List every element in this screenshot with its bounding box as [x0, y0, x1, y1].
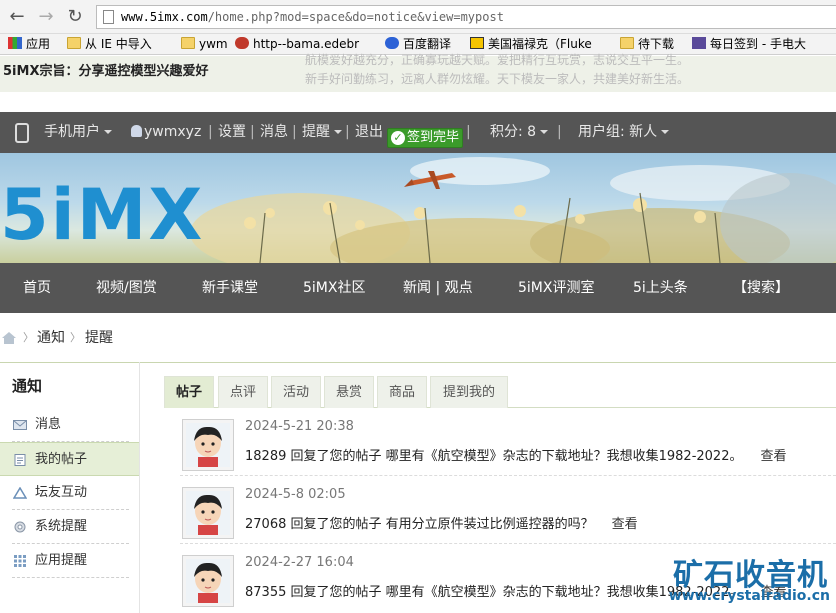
site-motto-line2: 新手好问勤练习，远离人群勿炫耀。天下模友一家人，共建美好新生活。: [305, 72, 690, 86]
list-item: 2024-5-8 02:05 27068 回复了您的帖子 有用分立原件装过比例遥…: [180, 476, 836, 544]
fluke-icon: [470, 37, 484, 49]
mobile-user-menu[interactable]: 手机用户: [44, 112, 112, 153]
tab-posts[interactable]: 帖子: [164, 376, 214, 408]
folder-icon: [181, 37, 195, 49]
tab-reward[interactable]: 悬赏: [324, 376, 374, 408]
sidebar-item-interaction[interactable]: 坛友互动: [0, 476, 139, 510]
remind-menu[interactable]: 提醒: [302, 112, 342, 153]
nav-community[interactable]: 5iMX社区: [303, 263, 365, 313]
nav-video[interactable]: 视频/图赏: [96, 263, 157, 313]
page-icon: [103, 10, 114, 24]
sidebar-item-system[interactable]: 系统提醒: [0, 510, 139, 544]
nav-review[interactable]: 5iMX评测室: [518, 263, 594, 313]
browser-toolbar: ← → ↻ www.5imx.com/home.php?mod=space&do…: [0, 0, 836, 34]
notice-text: 27068 回复了您的帖子 有用分立原件装过比例遥控器的吗？ 查看: [245, 517, 638, 532]
settings-link[interactable]: 设置: [218, 112, 246, 153]
tab-comments[interactable]: 点评: [218, 376, 268, 408]
back-icon[interactable]: ←: [6, 6, 28, 28]
tab-activity[interactable]: 活动: [271, 376, 321, 408]
sidebar-item-messages[interactable]: 消息: [0, 408, 139, 442]
notice-tabs: 帖子 点评 活动 悬赏 商品 提到我的: [164, 376, 836, 408]
notice-time: 2024-5-21 20:38: [245, 419, 354, 434]
check-icon: ✓: [391, 131, 405, 145]
site-motto-line1: 航模爱好越充分，正确寡玩越天赋。爱把精行互玩赏，志说交互平一生。: [305, 53, 690, 67]
grid-icon: [14, 555, 26, 567]
notice-text: 18289 回复了您的帖子 哪里有《航空模型》杂志的下载地址？我想收集1982-…: [245, 449, 787, 464]
document-icon: [14, 454, 26, 466]
sidebar-item-my-posts[interactable]: 我的帖子: [0, 442, 139, 476]
nav-home[interactable]: 首页: [23, 263, 51, 313]
site-logo[interactable]: 5iMX: [0, 180, 204, 250]
site-icon: [692, 37, 706, 49]
reload-icon[interactable]: ↻: [64, 6, 86, 28]
notice-time: 2024-5-8 02:05: [245, 487, 346, 502]
notice-time: 2024-2-27 16:04: [245, 555, 354, 570]
address-bar[interactable]: www.5imx.com/home.php?mod=space&do=notic…: [96, 5, 836, 29]
points-menu[interactable]: 积分: 8: [490, 112, 549, 153]
usergroup-menu[interactable]: 用户组: 新人: [578, 112, 670, 153]
url-host: www.5imx.com: [121, 10, 208, 24]
avatar-icon: [186, 423, 230, 467]
bookmark-import[interactable]: 从 IE 中导入: [67, 36, 152, 53]
apps-icon: [8, 37, 22, 49]
bookmark-checkin[interactable]: 每日签到 - 手电大: [692, 36, 806, 53]
envelope-icon: [13, 420, 27, 430]
bookmark-ywm[interactable]: ywm: [181, 36, 228, 53]
bookmark-apps[interactable]: 应用: [8, 36, 50, 53]
messages-link[interactable]: 消息: [260, 112, 288, 153]
tab-goods[interactable]: 商品: [377, 376, 427, 408]
watermark: 矿石收音机 www.crystalradio.cn: [666, 548, 836, 613]
main-nav: 首页 视频/图赏 新手课堂 5iMX社区 新闻 | 观点 5iMX评测室 5i上…: [0, 263, 836, 313]
sidebar-item-app[interactable]: 应用提醒: [0, 544, 139, 578]
baidu-icon: [385, 37, 399, 49]
url-path: /home.php?mod=space&do=notice&view=mypos…: [207, 10, 504, 24]
gear-icon: [14, 521, 26, 533]
mobile-icon: [15, 123, 29, 143]
site-header-strip: 5iMX宗旨：分享遥控模型兴趣爱好 航模爱好越充分，正确寡玩越天赋。爱把精行互玩…: [0, 53, 836, 92]
username-link[interactable]: ywmxyz: [131, 112, 201, 153]
folder-icon: [67, 37, 81, 49]
avatar-icon: [186, 559, 230, 603]
tab-mentions[interactable]: 提到我的: [430, 376, 508, 408]
nav-search[interactable]: 【搜索】: [733, 263, 789, 313]
site-slogan: 5iMX宗旨：分享遥控模型兴趣爱好: [3, 64, 209, 79]
avatar[interactable]: [182, 555, 234, 607]
user-icon: [131, 125, 142, 137]
sidebar-title: 通知: [12, 377, 43, 395]
logout-link[interactable]: 退出: [355, 112, 383, 153]
nav-headlines[interactable]: 5i上头条: [633, 263, 688, 313]
signed-in-badge[interactable]: ✓ 签到完毕: [387, 128, 463, 148]
view-link[interactable]: 查看: [612, 517, 638, 532]
view-link[interactable]: 查看: [760, 449, 786, 464]
list-item: 2024-5-21 20:38 18289 回复了您的帖子 哪里有《航空模型》杂…: [180, 408, 836, 476]
nav-newbie[interactable]: 新手课堂: [202, 263, 258, 313]
watermark-url: www.crystalradio.cn: [668, 588, 830, 604]
avatar-icon: [186, 491, 230, 535]
breadcrumb-remind[interactable]: 提醒: [85, 322, 113, 354]
folder-icon: [620, 37, 634, 49]
avatar[interactable]: [182, 419, 234, 471]
site-icon: [235, 37, 249, 49]
home-icon[interactable]: [2, 332, 16, 344]
interaction-icon: [13, 487, 27, 499]
forward-icon[interactable]: →: [35, 6, 57, 28]
avatar[interactable]: [182, 487, 234, 539]
breadcrumb-notice[interactable]: 通知: [37, 322, 65, 354]
nav-news[interactable]: 新闻 | 观点: [403, 263, 473, 313]
